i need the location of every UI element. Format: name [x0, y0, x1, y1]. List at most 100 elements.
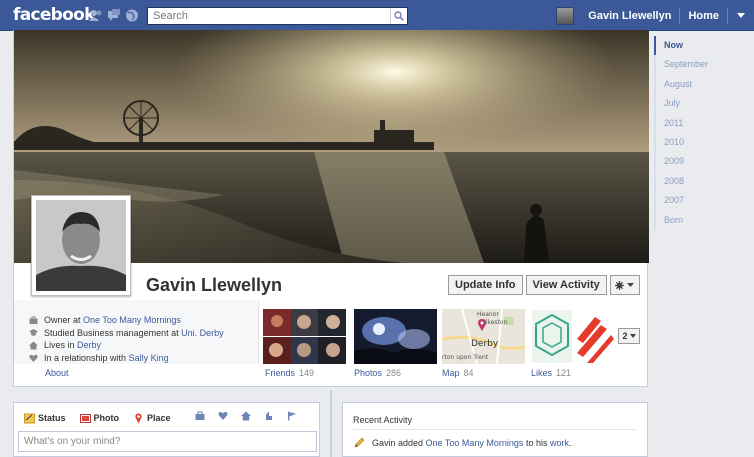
- map-thumbnail[interactable]: Heanor Ilkeston Derby rton upon Trent: [442, 309, 525, 364]
- timeline-nav-item[interactable]: 2011: [654, 113, 754, 133]
- life-event-icons: [195, 411, 297, 421]
- search-box: [147, 7, 408, 25]
- profile-actions: Update Info View Activity: [448, 275, 643, 295]
- home-link[interactable]: Home: [680, 10, 727, 22]
- location-info: Lives in Derby: [29, 339, 224, 352]
- relationship-prefix: In a relationship with: [44, 353, 127, 364]
- timeline-nav-item[interactable]: July: [654, 94, 754, 114]
- more-apps-button[interactable]: 2: [618, 328, 640, 344]
- work-link[interactable]: One Too Many Mornings: [83, 315, 181, 325]
- tab-photo[interactable]: Photo: [79, 413, 119, 424]
- likes-label: Likes: [531, 368, 553, 378]
- view-activity-button[interactable]: View Activity: [525, 275, 607, 295]
- gear-icon: [615, 280, 625, 290]
- status-icon: [24, 413, 35, 423]
- chevron-down-icon: [737, 13, 745, 18]
- relationship-info: In a relationship with Sally King: [29, 352, 224, 365]
- likes-thumbnail[interactable]: [531, 309, 614, 364]
- map-count: 84: [463, 368, 474, 378]
- study-prefix: Studied Business management at: [44, 327, 179, 338]
- activity-link-page[interactable]: One Too Many Mornings: [426, 438, 524, 448]
- friends-count: 149: [299, 368, 315, 378]
- facebook-logo[interactable]: facebook: [13, 5, 95, 25]
- status-input[interactable]: [19, 432, 316, 451]
- activity-text-mid: to his: [523, 437, 550, 448]
- work-event-icon[interactable]: [195, 411, 205, 421]
- activity-link-work[interactable]: work: [550, 438, 569, 448]
- health-event-icon[interactable]: [264, 411, 274, 421]
- photos-count: 286: [386, 368, 402, 378]
- about-link[interactable]: About: [45, 368, 69, 378]
- work-info: Owner at One Too Many Mornings: [29, 314, 224, 327]
- activity-text-prefix: Gavin added: [372, 437, 426, 448]
- friends-app-label[interactable]: Friends 149: [265, 368, 314, 378]
- divider: [353, 429, 637, 430]
- timeline-nav-item[interactable]: 2009: [654, 152, 754, 172]
- home-event-icon[interactable]: [241, 411, 251, 421]
- top-bar: facebook Gavin Llewellyn Home: [0, 0, 754, 31]
- profile-picture[interactable]: [31, 195, 131, 296]
- photos-app-label[interactable]: Photos 286: [354, 368, 401, 378]
- timeline-nav-item[interactable]: August: [654, 74, 754, 95]
- update-info-button[interactable]: Update Info: [448, 275, 523, 295]
- profile-card: Gavin Llewellyn Update Info View Activit…: [13, 30, 649, 387]
- education-info: Studied Business management at Uni. Derb…: [29, 327, 224, 340]
- timeline-spine: [330, 390, 332, 457]
- activity-text-suffix: .: [568, 437, 572, 448]
- heart-event-icon[interactable]: [218, 411, 228, 421]
- recent-activity-title: Recent Activity: [353, 415, 413, 425]
- friend-requests-icon[interactable]: [89, 9, 103, 22]
- heart-icon: [29, 354, 38, 363]
- tab-place-label: Place: [147, 413, 171, 423]
- pencil-icon: [354, 437, 365, 448]
- user-name-link[interactable]: Gavin Llewellyn: [580, 10, 679, 22]
- timeline-nav: Now September August July 2011 2010 2009…: [654, 36, 754, 230]
- profile-name[interactable]: Gavin Llewellyn: [146, 275, 282, 296]
- photos-label: Photos: [354, 368, 383, 378]
- map-app-label[interactable]: Map 84: [442, 368, 474, 378]
- tab-place[interactable]: Place: [133, 413, 171, 424]
- notifications-globe-icon[interactable]: [125, 9, 139, 22]
- chevron-down-icon: [629, 334, 636, 338]
- relationship-link[interactable]: Sally King: [129, 353, 169, 363]
- timeline-nav-item[interactable]: Born: [654, 210, 754, 230]
- timeline-nav-item[interactable]: 2008: [654, 171, 754, 192]
- likes-app-label[interactable]: Likes 121: [531, 368, 571, 378]
- photos-thumbnail[interactable]: [354, 309, 437, 364]
- lives-link[interactable]: Derby: [77, 340, 101, 350]
- map-place-label: Ilkeston: [484, 319, 508, 326]
- tab-status[interactable]: Status: [24, 413, 66, 424]
- account-menu-button[interactable]: [728, 13, 754, 18]
- study-link[interactable]: Uni. Derby: [181, 328, 224, 338]
- place-pin-icon: [135, 413, 142, 423]
- messages-icon[interactable]: [107, 9, 121, 22]
- photo-icon: [79, 413, 91, 423]
- profile-info: Owner at One Too Many Mornings Studied B…: [29, 314, 224, 364]
- map-label: Map: [442, 368, 460, 378]
- map-place-label: Heanor: [477, 311, 499, 318]
- tab-status-label: Status: [38, 413, 66, 423]
- timeline-nav-item[interactable]: Now: [654, 36, 754, 56]
- recent-activity-box: Recent Activity Gavin added One Too Many…: [342, 402, 648, 457]
- status-composer: Status Photo Place: [13, 402, 320, 457]
- chevron-down-icon: [627, 283, 635, 287]
- timeline-nav-item[interactable]: 2010: [654, 132, 754, 153]
- profile-photo: [36, 200, 126, 291]
- more-apps-count: 2: [622, 331, 628, 341]
- briefcase-icon: [29, 316, 38, 325]
- graduation-cap-icon: [29, 328, 38, 337]
- timeline-nav-item[interactable]: 2007: [654, 191, 754, 211]
- house-icon: [29, 341, 38, 350]
- lives-prefix: Lives in: [44, 340, 75, 351]
- milestone-flag-icon[interactable]: [287, 411, 297, 421]
- user-avatar[interactable]: [556, 6, 575, 25]
- settings-menu-button[interactable]: [609, 275, 640, 295]
- map-place-label: rton upon Trent: [442, 354, 489, 361]
- friends-thumbnail[interactable]: [263, 309, 346, 364]
- user-nav: Gavin Llewellyn Home: [556, 0, 754, 31]
- composer-tabs: Status Photo Place: [24, 410, 185, 426]
- search-input[interactable]: [148, 8, 390, 24]
- timeline-nav-item[interactable]: September: [654, 55, 754, 75]
- map-place-label: Derby: [471, 339, 499, 349]
- search-button[interactable]: [390, 8, 407, 24]
